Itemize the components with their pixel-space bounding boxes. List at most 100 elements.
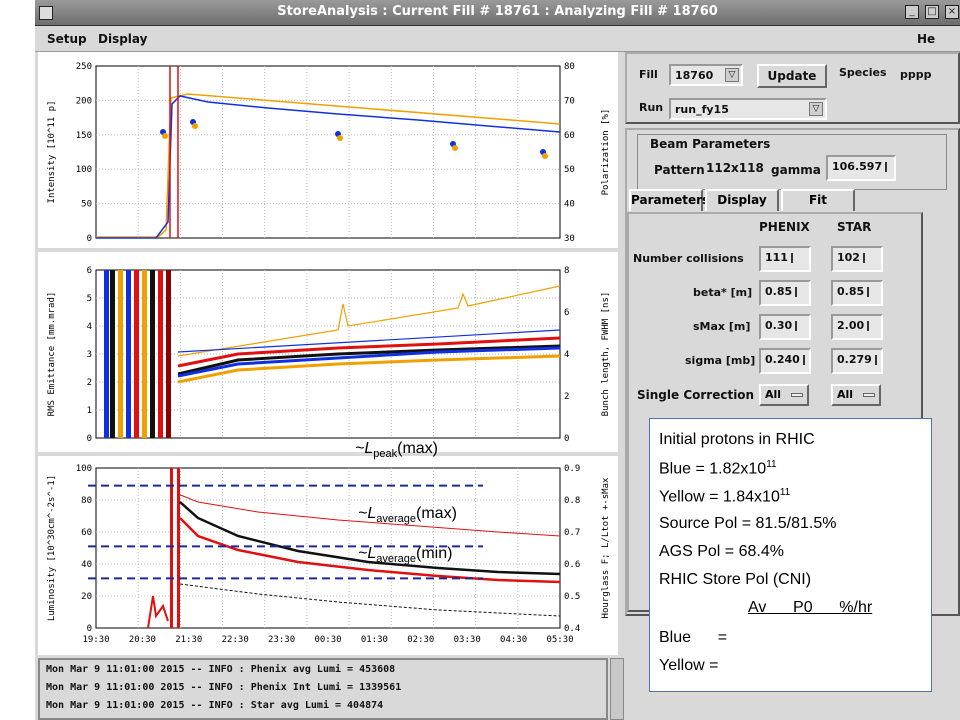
field-value: 0.30	[765, 319, 793, 332]
beam-parameters-group: Beam Parameters Pattern 112x118 gamma 10…	[637, 134, 947, 190]
annotation-prefix: ~L	[358, 545, 377, 562]
phenix-header: PHENIX	[759, 220, 810, 234]
y2-tick-label: 0.6	[564, 560, 580, 570]
star-beta-field[interactable]: 0.85	[831, 280, 883, 306]
pattern-label: Pattern	[654, 163, 705, 177]
field-value: 111	[765, 251, 788, 264]
y-tick-label: 3	[87, 350, 92, 360]
info-line-yellow-pol: Yellow =	[659, 657, 719, 674]
fill-select[interactable]: 18760 ▽	[669, 64, 743, 86]
x-tick-label: 03:30	[454, 635, 481, 645]
close-icon[interactable]: ×	[945, 5, 959, 19]
phenix-collisions-field[interactable]: 111	[759, 246, 811, 272]
y-tick-label: 100	[76, 464, 92, 474]
log-scrollbar[interactable]	[610, 658, 624, 720]
y-tick-label: 40	[81, 560, 92, 570]
log-line: Mon Mar 9 11:01:00 2015 -- INFO : Phenix…	[46, 682, 402, 693]
gamma-label: gamma	[771, 163, 821, 177]
maximize-icon[interactable]: □	[925, 5, 939, 19]
y2-tick-label: 8	[564, 266, 569, 276]
plot-box	[95, 467, 561, 629]
annotation-prefix: ~L	[355, 440, 374, 457]
injection-band	[104, 270, 109, 438]
star-sigma-field[interactable]: 0.279	[831, 348, 883, 374]
text-cursor-icon	[790, 253, 793, 263]
star-header: STAR	[837, 220, 872, 234]
option-menu-icon	[791, 393, 803, 397]
log-line: Mon Mar 9 11:01:00 2015 -- INFO : Star a…	[46, 700, 384, 711]
info-text: Yellow = 1.84x10	[659, 488, 780, 506]
annotation-lavg-max: ~Laverage(max)	[358, 505, 457, 525]
phenix-beta-field[interactable]: 0.85	[759, 280, 811, 306]
log-line: Mon Mar 9 11:01:00 2015 -- INFO : Phenix…	[46, 664, 396, 675]
info-table-header: Av P0 %/hr	[748, 599, 873, 616]
y2-tick-label: 70	[564, 96, 575, 106]
gamma-value: 106.597	[832, 160, 883, 173]
log-panel[interactable]: Mon Mar 9 11:01:00 2015 -- INFO : Phenix…	[38, 658, 608, 720]
star-smax-field[interactable]: 2.00	[831, 314, 883, 340]
emittance-plot: 6 5 4 3 2 1 0 8 6 4 2 0 RMS Emittance [mm.mrad] Bunch…	[38, 256, 618, 456]
field-value: 0.85	[837, 285, 865, 298]
update-button[interactable]: Update	[757, 64, 827, 88]
y-axis-label: Luminosity [10^30cm^-2s^-1]	[47, 475, 57, 621]
star-correction-select[interactable]: All	[831, 384, 881, 406]
y-tick-label: 2	[87, 378, 92, 388]
run-value: run_fy15	[675, 103, 729, 116]
y2-axis-label: Bunch length, FWHM [ns]	[601, 292, 611, 417]
cursor-band	[177, 468, 180, 628]
info-line-blue-pol: Blue =	[659, 629, 728, 646]
y2-axis-label: Hourglass F; L/Ltot +-sMax	[601, 477, 611, 618]
y2-tick-label: 40	[564, 200, 575, 210]
gamma-field[interactable]: 106.597	[826, 155, 896, 181]
annotation-suffix: (max)	[397, 440, 438, 457]
y2-tick-label: 0	[564, 434, 569, 444]
y-tick-label: 0	[87, 234, 92, 244]
tab-fit[interactable]: Fit	[781, 189, 855, 211]
cursor-band	[170, 468, 173, 628]
luminosity-svg: 100 80 60 40 20 0 0.9 0.8 0.7 0.6 0.5 0.4 Luminosity…	[47, 464, 611, 645]
y-tick-label: 200	[76, 96, 92, 106]
param-label: beta* [m]	[693, 286, 753, 299]
y2-tick-label: 30	[564, 234, 575, 244]
y-tick-label: 250	[76, 62, 92, 72]
window-title: StoreAnalysis : Current Fill # 18761 : A…	[277, 4, 718, 19]
menu-help[interactable]: He	[917, 32, 935, 46]
phenix-correction-select[interactable]: All	[759, 384, 809, 406]
y-axis-label: Intensity [10^11 p]	[47, 101, 57, 204]
plot-box	[95, 65, 561, 239]
x-tick-label: 20:30	[129, 635, 156, 645]
chevron-down-icon: ▽	[725, 68, 739, 82]
y-tick-label: 80	[81, 496, 92, 506]
info-line-yellow: Yellow = 1.84x1011	[659, 487, 790, 506]
text-cursor-icon	[867, 287, 870, 297]
y2-tick-label: 80	[564, 62, 575, 72]
injection-band	[126, 270, 131, 438]
yellow-pol-point	[337, 135, 343, 141]
menu-display[interactable]: Display	[98, 32, 147, 46]
phenix-smax-field[interactable]: 0.30	[759, 314, 811, 340]
fill-run-panel: Fill 18760 ▽ Update Species pppp Run run…	[625, 52, 960, 124]
text-cursor-icon	[867, 321, 870, 331]
y-tick-label: 0	[87, 624, 92, 634]
title-bar: StoreAnalysis : Current Fill # 18761 : A…	[35, 0, 960, 26]
minimize-icon[interactable]: _	[905, 5, 919, 19]
field-value: 0.85	[765, 285, 793, 298]
phenix-sigma-field[interactable]: 0.240	[759, 348, 811, 374]
tab-parameters[interactable]: Parameters	[629, 189, 709, 211]
x-tick-label: 04:30	[500, 635, 527, 645]
star-collisions-field[interactable]: 102	[831, 246, 883, 272]
menu-setup[interactable]: Setup	[47, 32, 87, 46]
y2-tick-label: 50	[564, 165, 575, 175]
y2-tick-label: 4	[564, 350, 569, 360]
text-cursor-icon	[802, 355, 805, 365]
y-tick-label: 50	[81, 200, 92, 210]
tab-display[interactable]: Display	[705, 189, 779, 211]
annotation-sub: peak	[373, 448, 398, 461]
x-tick-label: 19:30	[82, 635, 109, 645]
run-label: Run	[639, 101, 664, 114]
x-tick-label: 22:30	[222, 635, 249, 645]
y2-tick-label: 60	[564, 131, 575, 141]
intensity-plot: 250 200 150 100 50 0 80 70 60 50 40 30 Intensity [10…	[38, 52, 618, 252]
run-select[interactable]: run_fy15 ▽	[669, 98, 827, 120]
y-tick-label: 150	[76, 131, 92, 141]
